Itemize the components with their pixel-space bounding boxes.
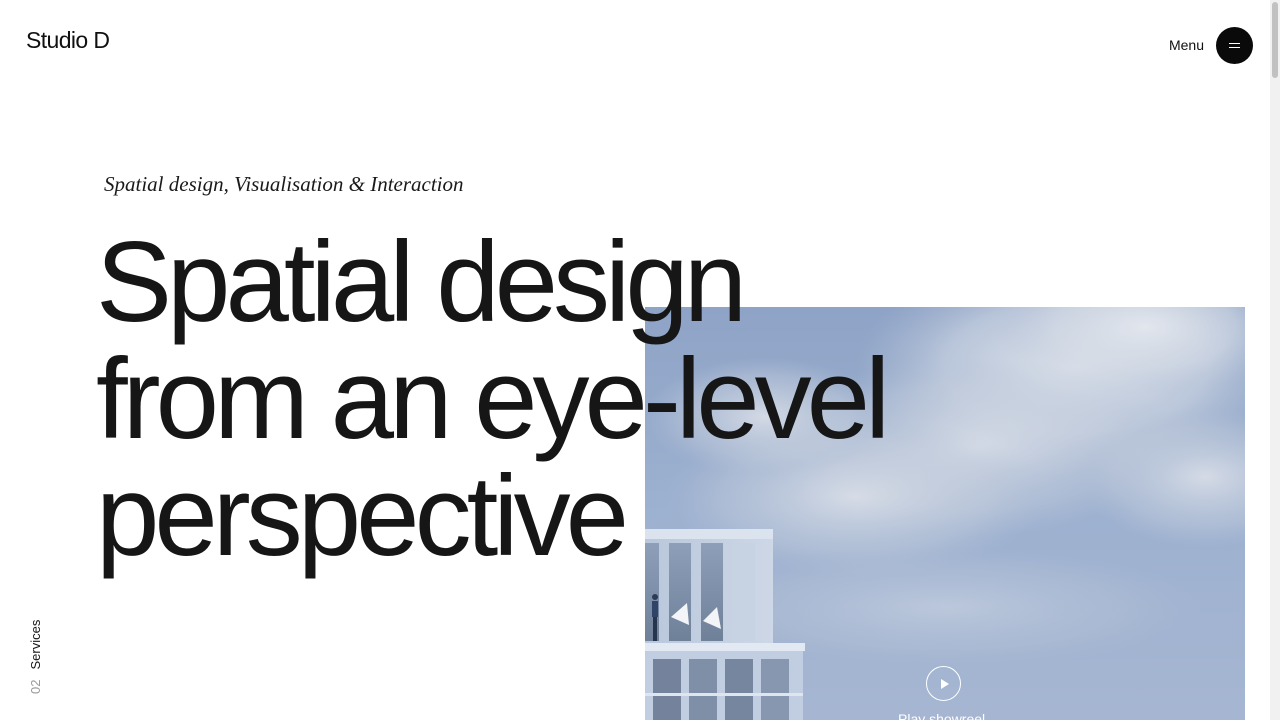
page: Studio D Menu Play showreel Spatial desi… bbox=[0, 0, 1280, 720]
hero-title-line: from an eye-level bbox=[96, 336, 890, 463]
hero-subtitle: Spatial design, Visualisation & Interact… bbox=[104, 172, 464, 196]
menu-button[interactable] bbox=[1216, 27, 1253, 64]
play-showreel-label[interactable]: Play showreel bbox=[898, 711, 985, 720]
hero-title: Spatial design from an eye-level perspec… bbox=[96, 219, 890, 580]
page-scrollbar[interactable] bbox=[1270, 0, 1280, 720]
hamburger-icon bbox=[1229, 43, 1240, 48]
play-icon bbox=[941, 678, 949, 689]
play-showreel-button[interactable] bbox=[926, 666, 961, 701]
hero-title-line: Spatial design bbox=[96, 219, 747, 346]
section-name: Services bbox=[28, 619, 43, 670]
hero-title-line: perspective bbox=[96, 453, 629, 580]
section-indicator: 02 Services bbox=[28, 620, 44, 694]
scrollbar-thumb[interactable] bbox=[1272, 2, 1278, 78]
section-number: 02 bbox=[28, 679, 43, 694]
menu-label[interactable]: Menu bbox=[1169, 36, 1204, 54]
studio-logo[interactable]: Studio D bbox=[26, 26, 110, 54]
